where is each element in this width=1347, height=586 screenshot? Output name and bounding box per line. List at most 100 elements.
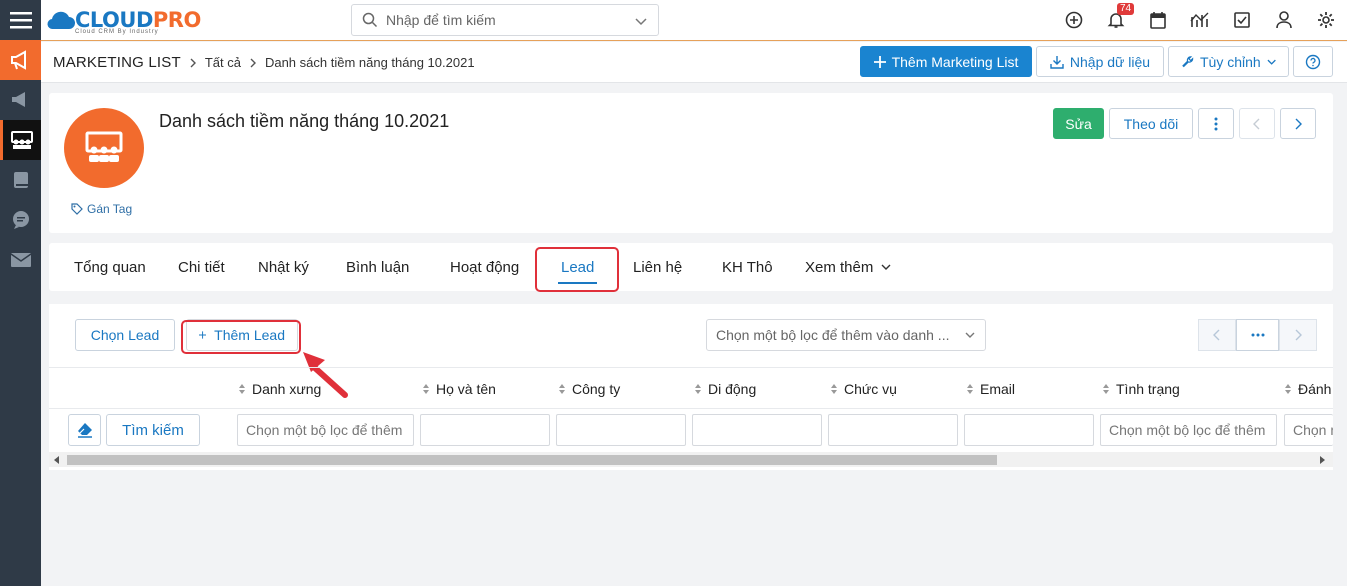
tab-comments[interactable]: Bình luận [346,243,409,291]
column-email[interactable]: Email [966,368,1015,410]
analytics-chart-icon[interactable] [1179,0,1221,40]
horizontal-dots-icon [1251,333,1264,337]
column-rating[interactable]: Đánh [1284,368,1331,410]
sort-icon [831,384,837,394]
lead-list-panel: Chọn Lead Thêm Lead Chọn một bộ lọc để t… [49,304,1333,470]
search-input[interactable] [386,12,626,28]
sort-icon [967,384,973,394]
settings-gear-icon[interactable] [1305,0,1347,40]
tab-log[interactable]: Nhật ký [258,243,309,291]
breadcrumb: MARKETING LIST Tất cả Danh sách tiềm năn… [53,54,475,71]
scroll-right-arrow-icon[interactable] [1320,456,1326,464]
filter-select-placeholder: Chọn một bộ lọc để thêm vào danh ... [716,327,950,343]
breadcrumb-bar: MARKETING LIST Tất cả Danh sách tiềm năn… [41,42,1347,83]
help-button[interactable] [1293,46,1333,77]
wrench-icon [1182,55,1194,67]
page-more-button[interactable] [1236,319,1279,351]
global-search[interactable] [351,4,659,36]
filter-select[interactable]: Chọn một bộ lọc để thêm vào danh ... [706,319,986,351]
tab-details[interactable]: Chi tiết [178,243,225,291]
add-circle-icon[interactable] [1053,0,1095,40]
sort-icon [1285,384,1291,394]
plus-icon [873,55,886,68]
assign-tag-link[interactable]: Gán Tag [71,202,132,216]
horizontal-scrollbar[interactable] [49,452,1333,467]
breadcrumb-all[interactable]: Tất cả [205,55,241,70]
tab-more[interactable]: Xem thêm [805,243,891,291]
filter-input-rating[interactable]: Chọn m [1284,414,1333,446]
sort-icon [423,384,429,394]
tab-overview[interactable]: Tổng quan [74,243,146,291]
chevron-down-icon[interactable] [634,14,648,28]
bell-icon[interactable]: 74 [1095,0,1137,40]
record-tabs: Tổng quan Chi tiết Nhật ký Bình luận Hoạ… [49,243,1333,292]
filter-input-mobile[interactable] [692,414,822,446]
chevron-left-icon [1213,329,1220,341]
user-profile-icon[interactable] [1263,0,1305,40]
sort-icon [695,384,701,394]
sort-icon [1103,384,1109,394]
previous-record-button[interactable] [1239,108,1275,139]
tab-contacts[interactable]: Liên hệ [633,243,682,291]
sidebar-marketing-list-icon[interactable] [0,120,41,160]
customize-label: Tùy chỉnh [1200,53,1261,70]
filter-input-company[interactable] [556,414,686,446]
cloudpro-logo[interactable]: CLOUDPRO Cloud CRM By Industry [45,4,201,36]
eraser-icon [77,423,92,438]
tab-raw-customers[interactable]: KH Thô [722,243,773,291]
sidebar-mail-icon[interactable] [0,240,41,280]
hamburger-menu-icon[interactable] [0,0,41,40]
import-data-label: Nhập dữ liệu [1069,53,1151,70]
column-status[interactable]: Tình trạng [1102,368,1180,410]
column-full-name[interactable]: Họ và tên [422,368,496,410]
breadcrumb-current: Danh sách tiềm năng tháng 10.2021 [264,55,475,70]
filter-row: Tìm kiếm Chọn một bộ lọc để thêm Chọn mộ… [49,410,1333,450]
table-search-button[interactable]: Tìm kiếm [106,414,200,446]
clear-filter-button[interactable] [68,414,101,446]
sidebar-chat-icon[interactable] [0,200,41,240]
add-lead-highlight [181,320,301,354]
calendar-icon[interactable] [1137,0,1179,40]
import-data-button[interactable]: Nhập dữ liệu [1036,46,1164,77]
column-title[interactable]: Danh xưng [238,368,321,410]
cloud-logo-icon [47,11,75,30]
logo-tagline: Cloud CRM By Industry [75,29,159,35]
filter-input-status[interactable]: Chọn một bộ lọc để thêm [1100,414,1277,446]
column-company[interactable]: Công ty [558,368,620,410]
follow-button[interactable]: Theo dõi [1109,108,1193,139]
tab-activities[interactable]: Hoạt động [450,243,519,291]
filter-input-full-name[interactable] [420,414,550,446]
sort-icon [559,384,565,394]
vertical-dots-icon [1214,117,1218,130]
column-mobile[interactable]: Di động [694,368,756,410]
chevron-right-icon [189,55,197,71]
next-page-button[interactable] [1279,319,1317,351]
sort-icon [239,384,245,394]
notification-count-badge: 74 [1117,3,1135,15]
sidebar-campaign-icon[interactable] [0,80,41,120]
breadcrumb-module[interactable]: MARKETING LIST [53,54,181,71]
header-actions: Thêm Marketing List Nhập dữ liệu Tùy chỉ… [860,46,1333,77]
tag-icon [71,203,83,215]
filter-input-email[interactable] [964,414,1094,446]
sidebar-book-icon[interactable] [0,160,41,200]
record-actions: Sửa Theo dõi [1053,108,1316,139]
list-pager [1198,319,1317,351]
next-record-button[interactable] [1280,108,1316,139]
add-marketing-list-button[interactable]: Thêm Marketing List [860,46,1032,77]
chevron-down-icon [881,264,891,270]
customize-dropdown-button[interactable]: Tùy chỉnh [1168,46,1289,77]
column-position[interactable]: Chức vụ [830,368,897,410]
select-lead-button[interactable]: Chọn Lead [75,319,175,351]
filter-input-position[interactable] [828,414,958,446]
tab-lead-highlight [535,247,619,292]
filter-input-title[interactable]: Chọn một bộ lọc để thêm [237,414,414,446]
prev-page-button[interactable] [1198,319,1236,351]
scrollbar-thumb[interactable] [67,455,997,465]
scroll-left-arrow-icon[interactable] [54,456,60,464]
sidebar-marketing-icon[interactable] [0,40,41,80]
task-checkbox-icon[interactable] [1221,0,1263,40]
edit-button[interactable]: Sửa [1053,108,1104,139]
more-actions-button[interactable] [1198,108,1234,139]
table-header: Danh xưng Họ và tên Công ty Di động Chức… [49,367,1333,409]
